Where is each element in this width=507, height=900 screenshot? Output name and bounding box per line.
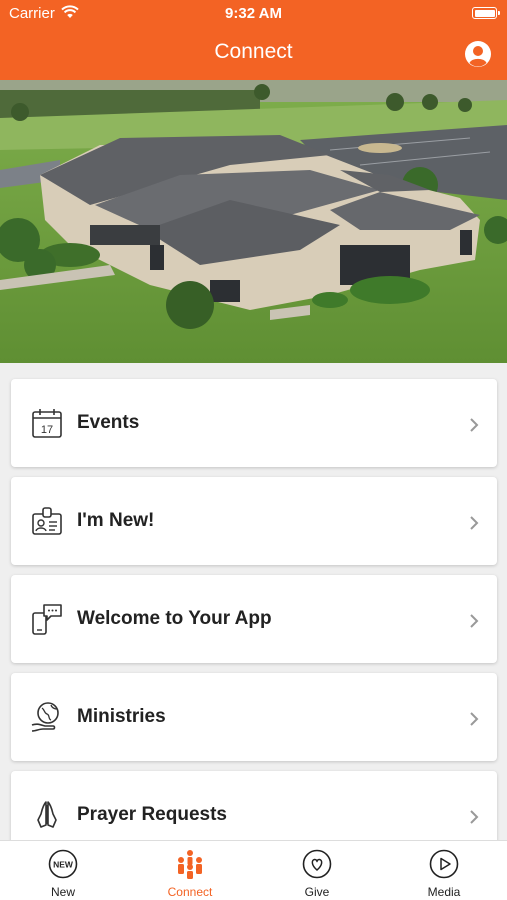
menu-item-label: Welcome to Your App bbox=[77, 608, 272, 629]
tab-bar: NEW New Connect Give Media bbox=[0, 840, 507, 900]
status-bar: Carrier 9:32 AM bbox=[0, 0, 507, 28]
app-header: Carrier 9:32 AM Connect bbox=[0, 0, 507, 80]
heart-icon bbox=[302, 849, 332, 879]
tab-label: Media bbox=[427, 885, 461, 899]
tab-give[interactable]: Give bbox=[254, 841, 380, 900]
people-icon bbox=[178, 850, 202, 879]
new-badge-icon: NEW bbox=[48, 849, 78, 879]
tab-label: Connect bbox=[167, 885, 213, 899]
globe-hand-icon bbox=[31, 702, 59, 732]
svg-text:NEW: NEW bbox=[53, 860, 74, 870]
chevron-right-icon bbox=[470, 712, 479, 726]
church-hero-image bbox=[0, 80, 507, 363]
tab-new[interactable]: NEW New bbox=[0, 841, 126, 900]
menu-item-label: Prayer Requests bbox=[77, 804, 227, 825]
menu-item-ministries[interactable]: Ministries bbox=[11, 673, 497, 761]
profile-icon[interactable] bbox=[464, 40, 492, 68]
menu-item-label: Ministries bbox=[77, 706, 166, 727]
clock: 9:32 AM bbox=[225, 5, 282, 22]
battery-icon bbox=[472, 7, 500, 19]
chevron-right-icon bbox=[470, 614, 479, 628]
chevron-right-icon bbox=[470, 810, 479, 824]
menu-item-events[interactable]: 17 Events bbox=[11, 379, 497, 467]
menu-item-label: I'm New! bbox=[77, 510, 155, 531]
calendar-icon: 17 bbox=[32, 409, 62, 438]
calendar-date-number: 17 bbox=[41, 424, 53, 436]
menu-item-im-new[interactable]: I'm New! bbox=[11, 477, 497, 565]
tab-media[interactable]: Media bbox=[381, 841, 507, 900]
tab-label: Give bbox=[304, 885, 330, 899]
id-badge-icon bbox=[32, 507, 62, 535]
chevron-right-icon bbox=[470, 418, 479, 432]
play-icon bbox=[429, 849, 459, 879]
page-title: Connect bbox=[214, 40, 293, 63]
chevron-right-icon bbox=[470, 516, 479, 530]
praying-hands-icon bbox=[37, 801, 57, 828]
tab-label: New bbox=[50, 885, 75, 899]
tab-connect[interactable]: Connect bbox=[127, 841, 253, 900]
menu-item-label: Events bbox=[77, 412, 140, 433]
phone-chat-icon bbox=[32, 604, 62, 635]
menu-item-welcome[interactable]: Welcome to Your App bbox=[11, 575, 497, 663]
